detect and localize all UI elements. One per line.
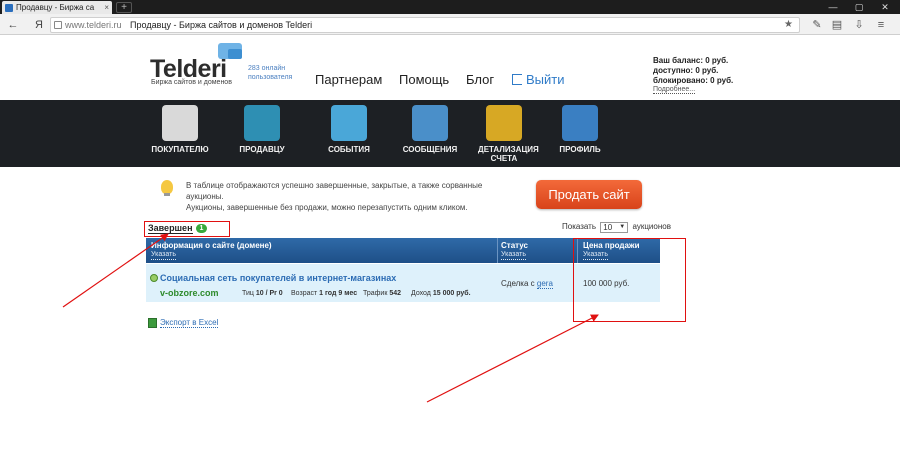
- info-line-1: В таблице отображаются успешно завершенн…: [186, 181, 483, 201]
- column-divider: [497, 238, 498, 263]
- annotation-arrow-price: [426, 314, 599, 403]
- annotation-box-price: [573, 238, 686, 322]
- deal-user-link[interactable]: gera: [536, 279, 553, 289]
- profile-icon: [562, 105, 598, 141]
- export-excel-link[interactable]: Экспорт в Excel: [160, 318, 219, 328]
- menu-seller-label: ПРОДАВЦУ: [239, 145, 285, 154]
- balance-available: доступно: 0 руб.: [653, 66, 719, 75]
- page-size-select[interactable]: 10: [600, 222, 629, 233]
- excel-icon: [148, 318, 157, 328]
- minimize-icon[interactable]: —: [822, 0, 844, 14]
- site-status-icon: [150, 274, 158, 282]
- menu-seller[interactable]: ПРОДАВЦУ: [222, 100, 302, 167]
- annotation-arrows: [62, 233, 599, 403]
- logout-icon[interactable]: [512, 74, 522, 85]
- browser-tab-title: Продавцу - Биржа са: [16, 3, 95, 12]
- sell-site-button[interactable]: Продать сайт: [536, 180, 642, 209]
- logo-bubble-small-icon: [228, 49, 242, 59]
- url-host: www.telderi.ru: [65, 20, 122, 30]
- close-tab-icon[interactable]: ×: [104, 1, 109, 14]
- traffic-label: Трафик: [363, 290, 388, 297]
- deal-status-text: Сделка с: [501, 279, 535, 288]
- extension-icon[interactable]: ▤: [830, 18, 844, 32]
- address-bar: ← Я www.telderi.ru Продавцу - Биржа сайт…: [0, 14, 900, 35]
- info-line-2: Аукционы, завершенные без продажи, можно…: [186, 203, 468, 212]
- income-value: 15 000 руб.: [432, 290, 471, 297]
- menu-profile[interactable]: ПРОФИЛЬ: [540, 100, 620, 167]
- menu-buyer[interactable]: ПОКУПАТЕЛЮ: [140, 100, 220, 167]
- site-url-link[interactable]: v-obzore.com: [160, 288, 219, 298]
- site-income: Доход 15 000 руб.: [411, 290, 471, 297]
- age-value: 1 год 9 мес: [319, 290, 358, 297]
- page-size-control: Показать 10 аукционов: [562, 222, 671, 233]
- balance-blocked: блокировано: 0 руб.: [653, 76, 734, 85]
- income-label: Доход: [411, 290, 431, 297]
- col-info-header: Информация о сайте (домене): [151, 241, 272, 250]
- online-users-label: пользователя: [248, 74, 293, 81]
- browser-tab[interactable]: Продавцу - Биржа са ×: [2, 1, 112, 14]
- balance-details-link[interactable]: Подробнее...: [653, 86, 696, 94]
- menu-buyer-label: ПОКУПАТЕЛЮ: [151, 145, 209, 154]
- menu-messages-label: СООБЩЕНИЯ: [402, 145, 458, 154]
- col-status-sort[interactable]: Указать: [501, 251, 526, 260]
- url-input[interactable]: www.telderi.ru Продавцу - Биржа сайтов и…: [50, 17, 800, 33]
- downloads-icon[interactable]: ⇩: [852, 18, 866, 32]
- tic-label: Тиц: [242, 290, 254, 297]
- menu-account-details-label: ДЕТАЛИЗАЦИЯ СЧЕТА: [478, 145, 539, 163]
- new-tab-button[interactable]: +: [116, 2, 132, 13]
- menu-events[interactable]: СОБЫТИЯ: [309, 100, 389, 167]
- info-text: В таблице отображаются успешно завершенн…: [186, 180, 516, 213]
- menu-profile-label: ПРОФИЛЬ: [559, 145, 601, 154]
- menu-events-label: СОБЫТИЯ: [328, 145, 370, 154]
- nav-blog[interactable]: Блог: [466, 72, 494, 87]
- logo-subtitle: Биржа сайтов и доменов: [151, 79, 232, 86]
- back-arrow-icon[interactable]: ←: [6, 18, 20, 32]
- maximize-icon[interactable]: ▢: [848, 0, 870, 14]
- envelope-icon: [412, 105, 448, 141]
- menu-account-details[interactable]: ДЕТАЛИЗАЦИЯ СЧЕТА: [464, 100, 544, 167]
- nav-help[interactable]: Помощь: [399, 72, 449, 87]
- site-tic: Тиц 10 / Pr 0: [242, 290, 283, 297]
- magnifier-icon: [162, 105, 198, 141]
- book-icon: [331, 105, 367, 141]
- coins-icon: [486, 105, 522, 141]
- deal-status: Сделка с gera: [501, 279, 553, 289]
- col-status-header: Статус: [501, 241, 528, 250]
- window-close-icon[interactable]: ✕: [874, 0, 896, 14]
- browser-tab-bar: Продавцу - Биржа са × + — ▢ ✕: [0, 0, 900, 14]
- site-traffic: Трафик 542: [363, 290, 401, 297]
- online-count: 283 онлайн: [248, 65, 286, 72]
- page-size-suffix: аукционов: [632, 222, 671, 231]
- site-age: Возраст 1 год 9 мес: [291, 290, 357, 297]
- url-page-title: Продавцу - Биржа сайтов и доменов Telder…: [130, 20, 313, 30]
- traffic-value: 542: [389, 290, 402, 297]
- nav-partners[interactable]: Партнерам: [315, 72, 382, 87]
- annotation-box-tab: [144, 221, 230, 237]
- tic-value: 10 / Pr 0: [255, 290, 283, 297]
- online-counter[interactable]: 283 онлайн пользователя: [248, 64, 292, 82]
- age-label: Возраст: [291, 290, 318, 297]
- balance-total: Ваш баланс: 0 руб.: [653, 56, 729, 65]
- site-title-link[interactable]: Социальная сеть покупателей в интернет-м…: [160, 273, 396, 283]
- menu-messages[interactable]: СООБЩЕНИЯ: [390, 100, 470, 167]
- menu-icon[interactable]: ≡: [874, 18, 888, 32]
- favicon-icon: [5, 4, 13, 12]
- folder-icon: [244, 105, 280, 141]
- page-size-prefix: Показать: [562, 222, 597, 231]
- page-icon: [54, 21, 62, 29]
- bookmark-star-icon[interactable]: ★: [784, 18, 793, 32]
- yandex-icon[interactable]: Я: [32, 18, 46, 32]
- lightbulb-icon: [161, 180, 173, 196]
- logout-link[interactable]: Выйти: [526, 72, 565, 87]
- col-info-sort[interactable]: Указать: [151, 251, 176, 260]
- pen-icon[interactable]: ✎: [810, 18, 824, 32]
